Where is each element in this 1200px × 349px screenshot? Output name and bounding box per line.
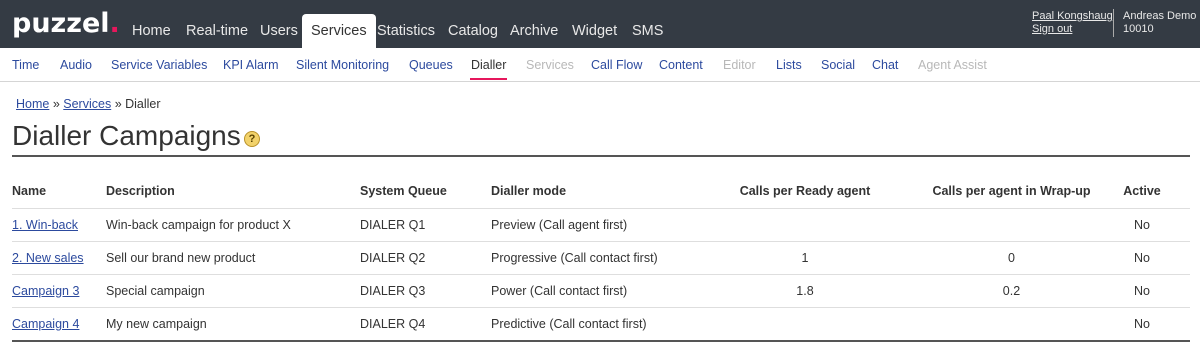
- campaign-system-queue: DIALER Q1: [360, 207, 491, 241]
- campaign-system-queue: DIALER Q4: [360, 306, 491, 340]
- campaign-calls-per-agent-wrap-up: 0.2: [929, 273, 1094, 307]
- title-divider: [12, 155, 1190, 157]
- page-title: Dialler Campaigns: [12, 120, 241, 151]
- top-bar: puzzel. Home Real-time Users Services St…: [0, 0, 1200, 48]
- breadcrumb: Home » Services » Dialler: [16, 97, 161, 111]
- col-header-description[interactable]: Description: [106, 174, 360, 208]
- breadcrumb-separator: »: [114, 97, 122, 111]
- active-tab-indicator: [470, 78, 507, 80]
- subnav-queues[interactable]: Queues: [409, 58, 453, 72]
- nav-catalog[interactable]: Catalog: [448, 14, 498, 48]
- user-area: Paal Kongshaug Sign out: [1032, 10, 1113, 36]
- subnav-social[interactable]: Social: [821, 58, 855, 72]
- campaign-description: Win-back campaign for product X: [106, 207, 360, 241]
- table-header-row: Name Description System Queue Dialler mo…: [12, 174, 1190, 208]
- campaign-active: No: [1094, 240, 1190, 274]
- subnav-agent-assist: Agent Assist: [918, 58, 987, 72]
- sign-out-link[interactable]: Sign out: [1032, 23, 1113, 36]
- logo-dot: .: [109, 8, 120, 39]
- subnav-lists[interactable]: Lists: [776, 58, 802, 72]
- nav-users[interactable]: Users: [260, 14, 298, 48]
- campaign-description: My new campaign: [106, 306, 360, 340]
- campaign-calls-per-agent-wrap-up: [929, 306, 1094, 340]
- help-icon[interactable]: ?: [244, 131, 260, 147]
- nav-home[interactable]: Home: [132, 14, 171, 48]
- campaign-name-link[interactable]: 1. Win-back: [12, 218, 78, 232]
- breadcrumb-current: Dialler: [125, 97, 161, 111]
- campaign-calls-per-ready-agent: 1.8: [681, 273, 929, 307]
- campaign-calls-per-ready-agent: 1: [681, 240, 929, 274]
- puzzel-logo[interactable]: puzzel.: [12, 8, 120, 39]
- subnav-dialler[interactable]: Dialler: [471, 58, 506, 72]
- breadcrumb-services[interactable]: Services: [63, 97, 111, 111]
- logo-text: puzzel: [12, 8, 110, 39]
- user-name-link[interactable]: Paal Kongshaug: [1032, 10, 1113, 23]
- col-header-system-queue[interactable]: System Queue: [360, 174, 491, 208]
- subnav-services: Services: [526, 58, 574, 72]
- table-row[interactable]: Campaign 3 Special campaign DIALER Q3 Po…: [12, 273, 1190, 307]
- nav-statistics[interactable]: Statistics: [377, 14, 435, 48]
- table-row[interactable]: 2. New sales Sell our brand new product …: [12, 240, 1190, 274]
- campaign-active: No: [1094, 306, 1190, 340]
- campaign-name-link[interactable]: Campaign 3: [12, 284, 79, 298]
- subnav-silent-monitoring[interactable]: Silent Monitoring: [296, 58, 389, 72]
- campaign-calls-per-agent-wrap-up: 0: [929, 240, 1094, 274]
- company-info: Andreas Demo 10010: [1123, 10, 1196, 36]
- campaign-system-queue: DIALER Q2: [360, 240, 491, 274]
- subnav-chat[interactable]: Chat: [872, 58, 898, 72]
- sub-nav: Time Audio Service Variables KPI Alarm S…: [0, 48, 1200, 82]
- company-id: 10010: [1123, 23, 1154, 35]
- campaign-calls-per-ready-agent: [681, 306, 929, 340]
- nav-sms[interactable]: SMS: [632, 14, 663, 48]
- subnav-content[interactable]: Content: [659, 58, 703, 72]
- col-header-dialler-mode[interactable]: Dialler mode: [491, 174, 681, 208]
- breadcrumb-home[interactable]: Home: [16, 97, 49, 111]
- campaign-calls-per-agent-wrap-up: [929, 207, 1094, 241]
- table-row[interactable]: Campaign 4 My new campaign DIALER Q4 Pre…: [12, 306, 1190, 340]
- subnav-call-flow[interactable]: Call Flow: [591, 58, 642, 72]
- campaign-system-queue: DIALER Q3: [360, 273, 491, 307]
- col-header-calls-per-ready-agent[interactable]: Calls per Ready agent: [681, 174, 929, 208]
- campaign-dialler-mode: Progressive (Call contact first): [491, 240, 681, 274]
- subnav-service-variables[interactable]: Service Variables: [111, 58, 207, 72]
- campaign-dialler-mode: Preview (Call agent first): [491, 207, 681, 241]
- campaigns-table: Name Description System Queue Dialler mo…: [12, 174, 1190, 340]
- subnav-kpi-alarm[interactable]: KPI Alarm: [223, 58, 279, 72]
- campaign-calls-per-ready-agent: [681, 207, 929, 241]
- campaign-name-link[interactable]: Campaign 4: [12, 317, 79, 331]
- nav-services[interactable]: Services: [302, 14, 376, 48]
- col-header-active[interactable]: Active: [1094, 174, 1190, 208]
- nav-real-time[interactable]: Real-time: [186, 14, 248, 48]
- subnav-audio[interactable]: Audio: [60, 58, 92, 72]
- header-divider: [1113, 9, 1114, 37]
- table-bottom-divider: [12, 340, 1190, 342]
- subnav-time[interactable]: Time: [12, 58, 39, 72]
- campaign-description: Special campaign: [106, 273, 360, 307]
- campaign-description: Sell our brand new product: [106, 240, 360, 274]
- campaign-dialler-mode: Predictive (Call contact first): [491, 306, 681, 340]
- campaign-active: No: [1094, 273, 1190, 307]
- nav-archive[interactable]: Archive: [510, 14, 558, 48]
- breadcrumb-separator: »: [52, 97, 60, 111]
- company-name: Andreas Demo: [1123, 10, 1197, 22]
- col-header-name[interactable]: Name: [12, 174, 106, 208]
- col-header-calls-per-agent-wrap-up[interactable]: Calls per agent in Wrap-up: [929, 174, 1094, 208]
- campaign-active: No: [1094, 207, 1190, 241]
- table-row[interactable]: 1. Win-back Win-back campaign for produc…: [12, 207, 1190, 241]
- nav-widget[interactable]: Widget: [572, 14, 617, 48]
- campaign-name-link[interactable]: 2. New sales: [12, 251, 84, 265]
- campaign-dialler-mode: Power (Call contact first): [491, 273, 681, 307]
- subnav-editor: Editor: [723, 58, 756, 72]
